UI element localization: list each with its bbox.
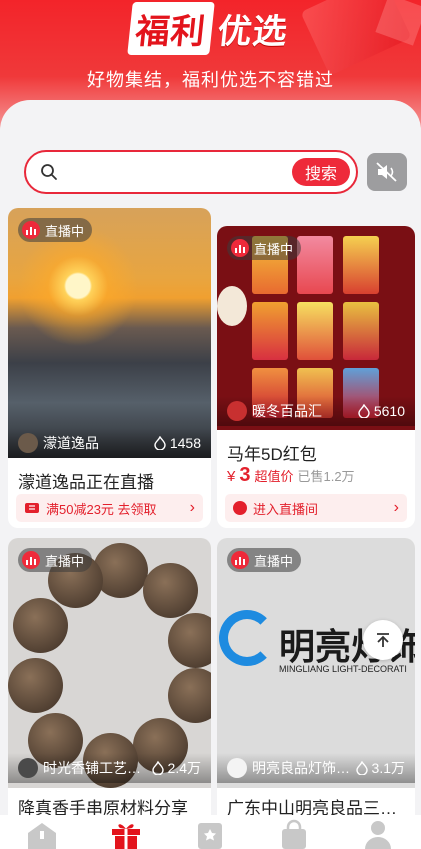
bag-icon — [282, 819, 306, 849]
flame-icon — [154, 436, 166, 450]
shop-name: 时光香铺工艺… — [43, 760, 141, 776]
chevron-right-icon: › — [393, 499, 399, 516]
arrow-up-icon — [377, 633, 389, 647]
sunset-sea-image — [8, 208, 211, 458]
shop-name: 濛道逸品 — [43, 435, 99, 451]
heat-value: 5610 — [373, 403, 405, 419]
title-part2: 优选 — [215, 12, 290, 51]
price-row: ¥ 3 超值价 已售1.2万 — [227, 464, 355, 487]
heat-value: 2.4万 — [167, 760, 201, 776]
home-icon — [28, 823, 56, 849]
live-label: 直播中 — [254, 553, 294, 569]
enter-live-text: 进入直播间 — [253, 501, 319, 517]
flame-icon — [358, 404, 370, 418]
live-card-1[interactable]: 直播中 濛道逸品 1458 濛道逸品正在直播 满50减23元 去领取 › — [8, 208, 211, 528]
flame-icon — [151, 761, 164, 775]
shop-row: 濛道逸品 1458 — [8, 428, 211, 458]
live-badge: 直播中 — [18, 548, 93, 572]
avatar — [18, 758, 38, 778]
card-title: 马年5D红包 — [227, 445, 317, 464]
live-card-4[interactable]: 明亮灯饰 MINGLIANG LIGHT-DECORATI 直播中 明亮良品灯饰… — [217, 538, 415, 828]
price-currency: ¥ — [227, 468, 236, 485]
live-room-icon — [233, 501, 247, 515]
ticket-icon — [25, 503, 39, 513]
tab-gift[interactable] — [106, 819, 146, 849]
chevron-right-icon: › — [189, 499, 195, 516]
brand-logo-mark — [219, 610, 275, 666]
shop-row: 暖冬百品汇 5610 — [217, 396, 415, 426]
tab-favorites[interactable] — [190, 819, 230, 849]
tab-profile[interactable] — [358, 819, 398, 849]
heat-value: 1458 — [169, 435, 201, 451]
avatar — [18, 433, 38, 453]
mute-button[interactable] — [367, 153, 407, 191]
bead-bracelet-image — [8, 538, 211, 788]
bottom-tab-bar — [0, 815, 421, 849]
heat-count: 2.4万 — [151, 758, 201, 778]
live-icon — [231, 239, 249, 257]
live-icon — [231, 551, 249, 569]
enter-live-button[interactable]: 进入直播间 › — [225, 494, 407, 522]
gift-icon — [112, 824, 140, 849]
live-label: 直播中 — [45, 553, 85, 569]
tab-home[interactable] — [22, 819, 62, 849]
coupon-text: 满50减23元 去领取 — [46, 501, 157, 517]
brand-logo-subtext: MINGLIANG LIGHT-DECORATI — [279, 664, 407, 674]
scroll-to-top-button[interactable] — [363, 620, 403, 660]
heat-count: 1458 — [154, 435, 201, 451]
live-label: 直播中 — [45, 223, 85, 239]
page-subtitle: 好物集结，福利优选不容错过 — [87, 70, 334, 90]
heat-count: 3.1万 — [355, 758, 405, 778]
avatar — [227, 758, 247, 778]
search-bar[interactable]: 搜索 — [24, 150, 358, 194]
mute-icon — [376, 162, 397, 182]
card-title: 濛道逸品正在直播 — [18, 473, 154, 492]
price-value: 3 — [239, 464, 251, 486]
shop-row: 时光香铺工艺… 2.4万 — [8, 753, 211, 783]
heat-value: 3.1万 — [371, 760, 405, 776]
shop-name: 暖冬百品汇 — [252, 403, 322, 419]
flame-icon — [355, 761, 368, 775]
star-icon — [198, 823, 222, 849]
page-title: 福利 优选 — [127, 1, 294, 55]
live-card-3[interactable]: 直播中 时光香铺工艺… 2.4万 降真香手串原材料分享 — [8, 538, 211, 828]
price-tag: 超值价 — [254, 469, 294, 484]
live-icon — [22, 221, 40, 239]
search-input[interactable] — [66, 160, 266, 184]
search-button[interactable]: 搜索 — [292, 158, 350, 186]
tab-cart[interactable] — [274, 819, 314, 849]
shop-row: 明亮良品灯饰旗… 3.1万 — [217, 753, 415, 783]
user-icon — [365, 821, 391, 849]
live-badge: 直播中 — [227, 548, 302, 572]
live-icon — [22, 551, 40, 569]
title-part1: 福利 — [127, 1, 215, 55]
live-card-2[interactable]: 直播中 暖冬百品汇 5610 马年5D红包 ¥ 3 超值价 已售1.2万 进入直… — [217, 226, 415, 528]
live-label: 直播中 — [254, 241, 294, 257]
sold-count: 已售1.2万 — [297, 469, 355, 484]
live-badge: 直播中 — [18, 218, 93, 242]
shop-name: 明亮良品灯饰旗… — [252, 760, 356, 776]
coupon-banner[interactable]: 满50减23元 去领取 › — [16, 494, 203, 522]
search-icon — [41, 164, 57, 180]
lighting-logo-image: 明亮灯饰 MINGLIANG LIGHT-DECORATI — [217, 538, 415, 788]
avatar — [227, 401, 247, 421]
heat-count: 5610 — [358, 403, 405, 419]
live-badge: 直播中 — [227, 236, 302, 260]
